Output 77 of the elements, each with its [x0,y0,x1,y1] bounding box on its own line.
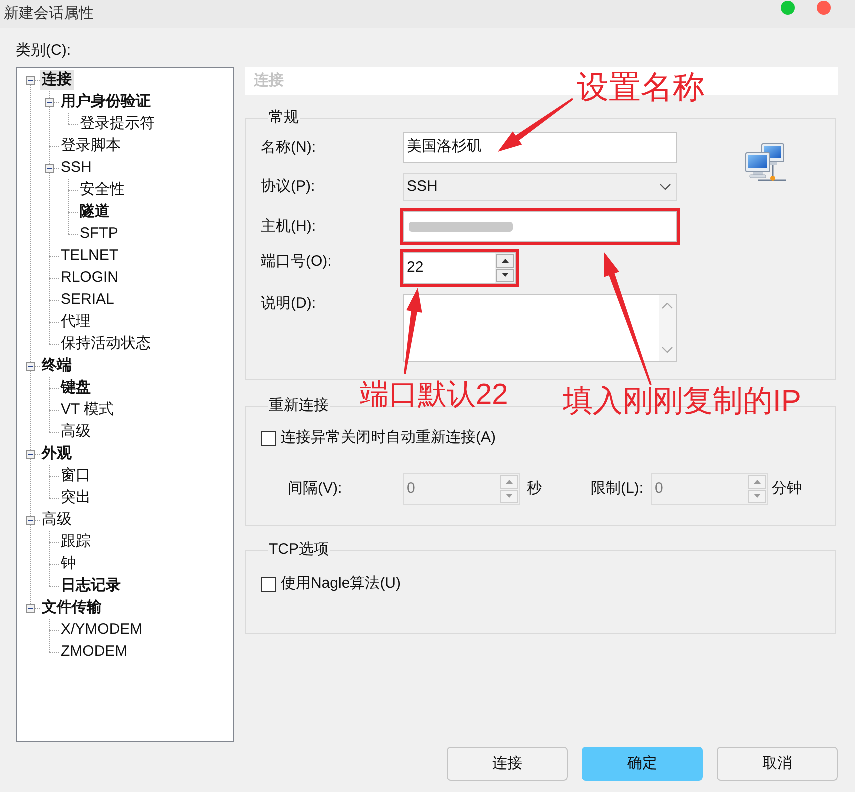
field-label: 限制(L): [591,478,644,499]
triangle-down-icon [754,494,760,498]
page-title: 连接 [254,70,284,91]
field-label: 名称(N): [261,138,317,156]
field-label: 协议(P): [261,178,316,196]
cancel-button[interactable]: 取消 [717,747,838,781]
spin-down-button[interactable] [496,268,514,282]
tree-item[interactable]: 钟 [59,554,78,574]
group-title: 重新连接 [268,397,330,415]
scrollbar[interactable] [659,295,676,361]
field-label: 间隔(V): [288,478,344,499]
tree-item[interactable]: 用户身份验证 [59,92,153,112]
ok-button[interactable]: 确定 [582,747,703,781]
unit-label: 秒 [527,478,543,499]
field-label: 端口号(O): [261,252,333,271]
tree-item[interactable]: 隧道 [78,202,112,222]
tree-item[interactable]: 日志记录 [59,576,123,596]
dropdown[interactable]: SSH [403,173,677,201]
tree-item[interactable]: SSH [59,158,94,178]
network-computers-icon [745,143,787,183]
tree-item[interactable]: 连接 [40,70,74,90]
window-title: 新建会话属性 [3,4,94,23]
field-label: 说明(D): [261,294,317,313]
tree-item[interactable]: 安全性 [78,180,127,200]
tree-item[interactable]: 代理 [59,312,93,332]
tree-item[interactable]: VT 模式 [59,400,116,420]
tree-item[interactable]: 窗口 [59,466,93,486]
tree-item[interactable]: 保持活动状态 [59,334,153,354]
number-field[interactable]: 22 [404,253,495,283]
tree-item[interactable]: ZMODEM [59,642,130,662]
tree-item[interactable]: 突出 [59,488,93,508]
tree-item[interactable]: 登录脚本 [59,136,123,156]
triangle-up-icon [502,258,508,263]
triangle-up-icon [506,480,512,484]
chevron-down-icon [662,347,673,353]
triangle-up-icon [754,480,760,484]
tree-item[interactable]: 跟踪 [59,532,93,552]
group-title: TCP选项 [268,541,330,559]
collapse-icon[interactable] [26,450,35,459]
spin-up-button[interactable] [496,254,514,268]
tree-item[interactable]: 文件传输 [40,598,104,618]
checkbox-label: 连接异常关闭时自动重新连接(A) [281,429,496,447]
tree-item[interactable]: 外观 [40,444,74,464]
collapse-icon[interactable] [26,76,35,85]
connect-button[interactable]: 连接 [447,747,568,781]
tree-item[interactable]: 登录提示符 [78,114,157,134]
collapse-icon[interactable] [45,164,54,173]
tree-item[interactable]: SFTP [78,224,120,244]
tree-item[interactable]: RLOGIN [59,268,121,288]
tree-item[interactable]: X/YMODEM [59,620,145,640]
group-title: 常规 [268,109,300,127]
tree-item[interactable]: 终端 [40,356,74,376]
collapse-icon[interactable] [26,362,35,371]
checkbox-label: 使用Nagle算法(U) [281,575,402,593]
triangle-down-icon [502,273,508,278]
tree-item[interactable]: 高级 [59,422,93,442]
field-label: 主机(H): [261,218,317,236]
window-control-icon[interactable] [817,1,831,15]
triangle-down-icon [506,494,512,498]
category-label: 类别(C): [16,42,71,60]
annotation-text: 端口默认22 [360,381,508,410]
collapse-icon[interactable] [26,604,35,613]
tree-item[interactable]: TELNET [59,246,121,266]
checkbox[interactable] [261,430,276,446]
collapse-icon[interactable] [45,98,54,107]
chevron-down-icon [660,184,671,190]
tree-item[interactable]: SERIAL [59,290,116,310]
checkbox[interactable] [261,576,276,592]
description-field[interactable] [403,294,677,362]
text-field[interactable]: 美国洛杉矶 [403,132,677,163]
chevron-up-icon [662,303,673,309]
collapse-icon[interactable] [26,516,35,525]
annotation-text: 设置名称 [577,71,705,103]
tree-item[interactable]: 高级 [40,510,74,530]
unit-label: 分钟 [772,478,802,499]
annotation-text: 填入刚刚复制的IP [563,387,802,417]
tree-item[interactable]: 键盘 [59,378,93,398]
